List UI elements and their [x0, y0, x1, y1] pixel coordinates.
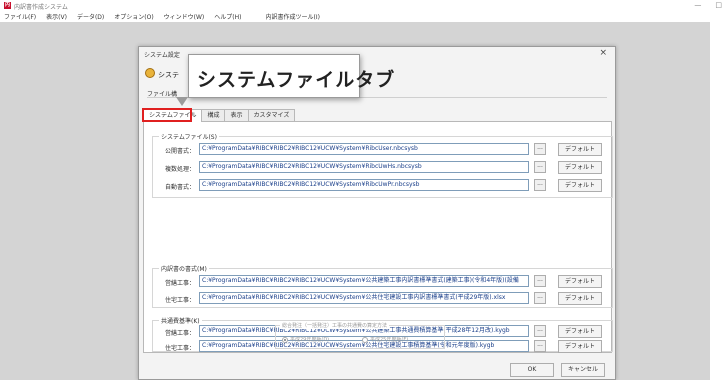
- browse-button[interactable]: ...: [534, 340, 546, 352]
- app-logo-icon: 内: [4, 2, 11, 9]
- common-cost-method-group: [370, 362, 530, 380]
- default-button[interactable]: デフォルト: [558, 179, 602, 192]
- default-button[interactable]: デフォルト: [558, 325, 602, 338]
- settings-tabs: システムファイル 構成 表示 カスタマイズ: [143, 109, 296, 122]
- field-label: 営繕工事：: [165, 280, 196, 287]
- settings-gear-icon: [145, 68, 155, 78]
- radio-button[interactable]: [362, 336, 368, 343]
- menu-breakdown-tool[interactable]: 内訳書作成ツール(I): [265, 12, 319, 21]
- menu-file[interactable]: ファイル(F): [4, 12, 36, 21]
- field-label: 自動書式：: [165, 184, 196, 191]
- cancel-button[interactable]: キャンセル: [561, 363, 605, 377]
- default-button[interactable]: デフォルト: [558, 143, 602, 156]
- radio-button[interactable]: [282, 336, 288, 343]
- field-label: 営繕工事：: [165, 330, 196, 337]
- browse-button[interactable]: ...: [534, 143, 546, 155]
- menu-data[interactable]: データ(D): [77, 12, 104, 21]
- radio-label: 平成29年度版(D): [290, 337, 330, 343]
- housing-breakdown-path-input[interactable]: C:¥ProgramData¥RIBC¥RIBC2¥RIBC12¥UCW¥Sys…: [199, 292, 529, 304]
- group-label: システムファイル(S): [159, 132, 219, 141]
- browse-button[interactable]: ...: [534, 292, 546, 304]
- tab-display[interactable]: 表示: [224, 109, 249, 121]
- field-label: 住宅工事：: [165, 297, 196, 304]
- field-label: 住宅工事：: [165, 345, 196, 352]
- minimize-icon[interactable]: —: [694, 1, 701, 9]
- browse-button[interactable]: ...: [534, 275, 546, 287]
- browse-button[interactable]: ...: [534, 161, 546, 173]
- building-breakdown-path-input[interactable]: C:¥ProgramData¥RIBC¥RIBC2¥RIBC12¥UCW¥Sys…: [199, 275, 529, 287]
- multi-process-path-input[interactable]: C:¥ProgramData¥RIBC¥RIBC2¥RIBC12¥UCW¥Sys…: [199, 161, 529, 173]
- dialog-title: システム設定: [144, 52, 180, 59]
- menu-options[interactable]: オプション(O): [114, 12, 153, 21]
- default-button[interactable]: デフォルト: [558, 275, 602, 288]
- menu-help[interactable]: ヘルプ(H): [214, 12, 241, 21]
- method-label: 総合発注（一括発注）工事の共通費の算定方法: [280, 322, 390, 329]
- callout-pointer: [176, 97, 188, 106]
- default-button[interactable]: デフォルト: [558, 340, 602, 353]
- window-controls: — □: [694, 1, 722, 9]
- field-label: 公開書式：: [165, 148, 196, 155]
- annotation-callout: システムファイルタブ: [188, 54, 394, 98]
- auto-format-path-input[interactable]: C:¥ProgramData¥RIBC¥RIBC2¥RIBC12¥UCW¥Sys…: [199, 179, 529, 191]
- app-title-bar: 内 内訳書作成システム — □: [0, 0, 726, 11]
- ok-button[interactable]: OK: [510, 363, 554, 377]
- public-format-path-input[interactable]: C:¥ProgramData¥RIBC¥RIBC2¥RIBC12¥UCW¥Sys…: [199, 143, 529, 155]
- app-title: 内訳書作成システム: [14, 4, 68, 11]
- browse-button[interactable]: ...: [534, 325, 546, 337]
- system-files-group: システムファイル(S) 公開書式： C:¥ProgramData¥RIBC¥RI…: [152, 132, 613, 198]
- group-label: 内訳書の書式(M): [159, 264, 209, 273]
- menu-view[interactable]: 表示(V): [46, 12, 67, 21]
- callout-text: システムファイルタブ: [197, 69, 396, 91]
- radio-label: 平成25年度版(F): [370, 337, 409, 343]
- menu-bar: ファイル(F) 表示(V) データ(D) オプション(O) ウィンドウ(W) ヘ…: [0, 11, 726, 22]
- browse-button[interactable]: ...: [534, 179, 546, 191]
- default-button[interactable]: デフォルト: [558, 161, 602, 174]
- menu-window[interactable]: ウィンドウ(W): [164, 12, 205, 21]
- default-button[interactable]: デフォルト: [558, 292, 602, 305]
- system-file-panel: システムファイル(S) 公開書式： C:¥ProgramData¥RIBC¥RI…: [143, 121, 613, 353]
- tab-system-file[interactable]: システムファイル: [143, 109, 203, 122]
- field-label: 複数処理：: [165, 166, 196, 173]
- group-label: 共通費基準(K): [159, 316, 202, 325]
- tab-composition[interactable]: 構成: [201, 109, 226, 121]
- common-cost-method-box: 総合発注（一括発注）工事の共通費の算定方法 平成29年度版(D) 平成25年度版…: [275, 322, 445, 349]
- radio-option-h25[interactable]: 平成25年度版(F): [362, 336, 408, 343]
- maximize-icon[interactable]: □: [715, 1, 722, 9]
- radio-option-h29[interactable]: 平成29年度版(D): [282, 336, 329, 343]
- breakdown-format-group: 内訳書の書式(M) 営繕工事： C:¥ProgramData¥RIBC¥RIBC…: [152, 264, 613, 308]
- tab-customize[interactable]: カスタマイズ: [247, 109, 296, 121]
- dialog-heading: システ: [158, 71, 179, 79]
- close-icon[interactable]: ×: [599, 48, 607, 58]
- right-edge: [710, 22, 726, 380]
